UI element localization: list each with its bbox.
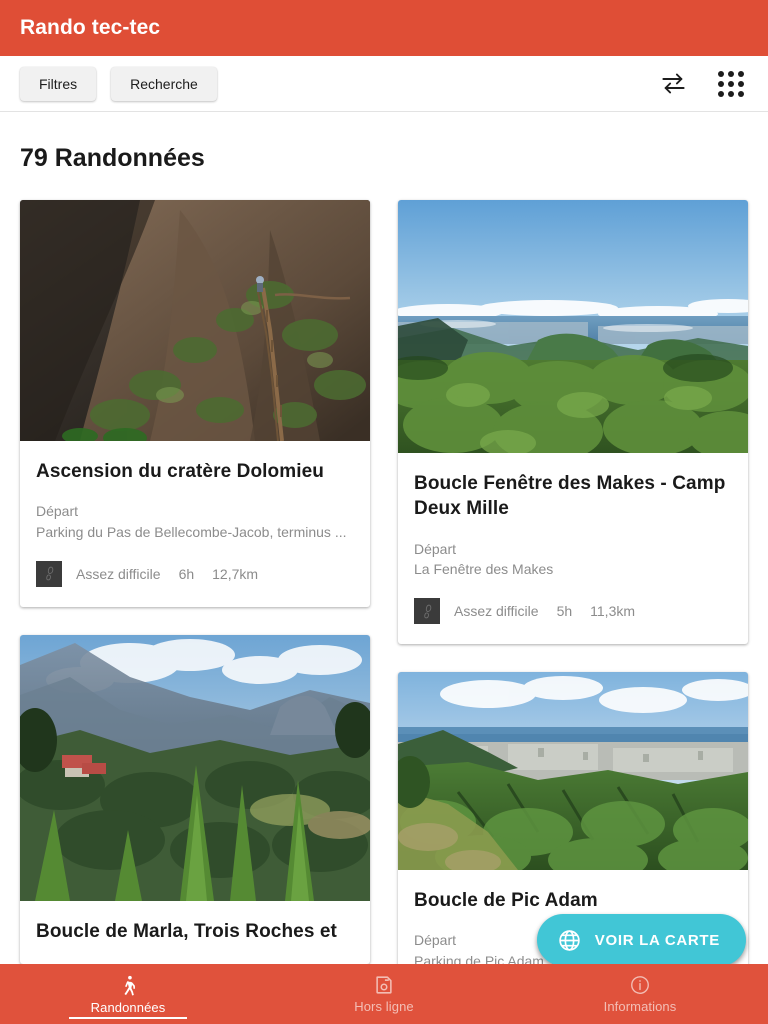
view-map-label: VOIR LA CARTE — [594, 931, 720, 949]
hike-meta-text: Assez difficile 5h 11,3km — [454, 603, 635, 619]
grid-column-left: Ascension du cratère Dolomieu Départ Par… — [20, 200, 370, 1024]
hike-card-body: Boucle de Marla, Trois Roches et — [20, 901, 370, 964]
hike-start-value: La Fenêtre des Makes — [414, 560, 554, 577]
nav-label-hors-ligne: Hors ligne — [354, 999, 414, 1014]
app-title: Rando tec-tec — [20, 16, 161, 39]
hike-meta-text: Assez difficile 6h 12,7km — [76, 566, 258, 582]
hike-start-label: Départ — [36, 503, 79, 520]
nav-label-randonnees: Randonnées — [90, 999, 166, 1015]
page-title: 79 Randonnées — [0, 112, 768, 187]
nav-label-informations: Informations — [603, 999, 677, 1014]
hike-difficulty: Assez difficile — [76, 565, 161, 582]
hike-title: Ascension du cratère Dolomieu — [36, 461, 324, 482]
hike-card[interactable]: Boucle de Marla, Trois Roches et — [20, 634, 370, 965]
hike-title: Boucle de Pic Adam — [414, 890, 598, 912]
hike-start-value: Parking du Pas de Bellecombe-Jacob, term… — [36, 523, 347, 540]
hike-card-body: Ascension du cratère Dolomieu Départ Par… — [20, 441, 370, 607]
hike-difficulty: Assez difficile — [454, 603, 539, 620]
toolbar: Filtres Recherche — [0, 56, 768, 112]
hikes-grid: Ascension du cratère Dolomieu Départ Par… — [0, 190, 768, 1024]
hike-duration: 6h — [178, 565, 195, 582]
hike-title: Boucle Fenêtre des Makes - Camp Deux Mil… — [414, 473, 726, 520]
info-circle-icon — [629, 974, 651, 996]
hike-start-label: Départ — [414, 540, 457, 557]
hike-photo-city-coast-ravine — [398, 672, 748, 871]
view-map-fab[interactable]: VOIR LA CARTE — [536, 914, 746, 966]
nav-item-informations[interactable]: Informations — [512, 964, 768, 1024]
apps-grid-icon[interactable] — [714, 67, 748, 101]
app-bar: Rando tec-tec — [0, 0, 768, 56]
boot-print-icon — [36, 560, 62, 587]
search-button[interactable]: Recherche — [111, 66, 217, 101]
hike-meta: Assez difficile 5h 11,3km — [414, 598, 732, 625]
app-root: Rando tec-tec Filtres Recherche 79 Rando… — [0, 0, 768, 1024]
hike-distance: 11,3km — [590, 603, 636, 620]
nav-item-randonnees[interactable]: Randonnées — [0, 964, 256, 1024]
grid-column-right: Boucle Fenêtre des Makes - Camp Deux Mil… — [398, 200, 748, 1024]
hike-distance: 12,7km — [212, 565, 259, 582]
hike-card[interactable]: Ascension du cratère Dolomieu Départ Par… — [20, 200, 370, 607]
hike-photo-volcanic-crater-trail — [20, 200, 370, 441]
hike-photo-coastal-panorama-green — [398, 200, 748, 453]
swap-arrows-icon[interactable] — [656, 67, 690, 101]
bottom-navigation: Randonnées Hors ligne Informations — [0, 964, 768, 1024]
hike-card[interactable]: Boucle Fenêtre des Makes - Camp Deux Mil… — [398, 200, 748, 645]
hike-title: Boucle de Marla, Trois Roches et — [36, 920, 337, 942]
hike-duration: 5h — [556, 603, 573, 620]
boot-print-icon — [414, 598, 440, 625]
hike-meta: Assez difficile 6h 12,7km — [36, 560, 354, 587]
save-floppy-icon — [373, 974, 395, 996]
hike-photo-mountain-valley-agave — [20, 634, 370, 901]
hike-card-body: Boucle Fenêtre des Makes - Camp Deux Mil… — [398, 453, 748, 644]
filters-button[interactable]: Filtres — [20, 66, 97, 101]
globe-icon — [557, 928, 582, 953]
walking-person-icon — [117, 974, 140, 997]
nav-active-underline — [69, 1017, 187, 1019]
nav-item-hors-ligne[interactable]: Hors ligne — [256, 964, 512, 1024]
